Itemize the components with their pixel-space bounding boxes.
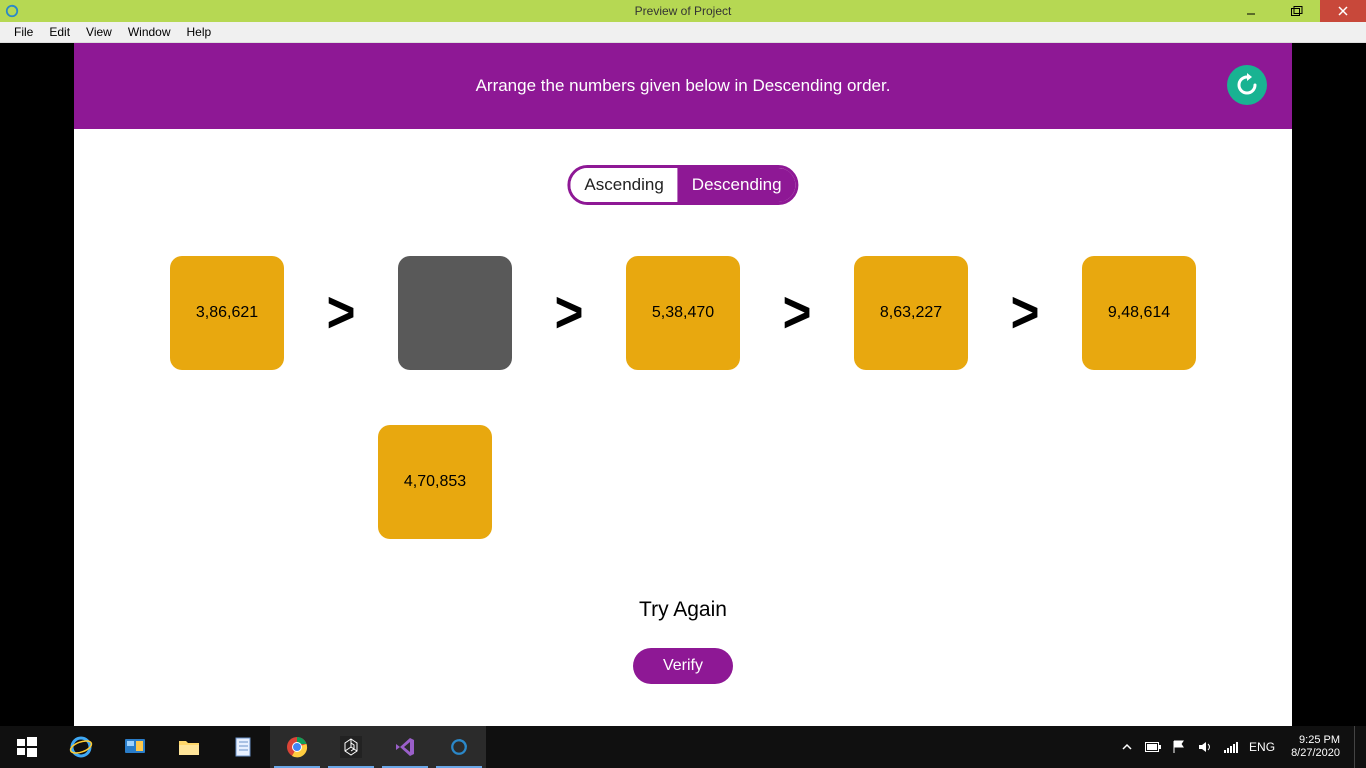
menu-edit[interactable]: Edit	[41, 23, 78, 41]
slot-card-5[interactable]: 9,48,614	[1082, 256, 1196, 370]
tray-clock[interactable]: 9:25 PM 8/27/2020	[1285, 734, 1340, 760]
window-controls	[1228, 0, 1366, 22]
toggle-descending[interactable]: Descending	[678, 168, 796, 202]
tray-battery-icon[interactable]	[1145, 739, 1161, 755]
tray-speaker-icon[interactable]	[1197, 739, 1213, 755]
refresh-icon	[1235, 73, 1259, 97]
system-tray: ENG 9:25 PM 8/27/2020	[1119, 726, 1366, 768]
slot-card-2-empty[interactable]	[398, 256, 512, 370]
tray-language[interactable]: ENG	[1249, 740, 1275, 754]
menu-file[interactable]: File	[6, 23, 41, 41]
app-logo-icon	[2, 1, 22, 21]
greater-than-icon: >	[977, 284, 1074, 342]
taskbar-explorer-icon[interactable]	[162, 726, 216, 768]
taskbar-ie-icon[interactable]	[54, 726, 108, 768]
app-stage: Arrange the numbers given below in Desce…	[74, 43, 1292, 726]
sort-toggle: Ascending Descending	[567, 165, 798, 205]
greater-than-icon: >	[293, 284, 390, 342]
verify-button[interactable]: Verify	[633, 648, 733, 684]
taskbar-desktop-icon[interactable]	[108, 726, 162, 768]
tray-time: 9:25 PM	[1291, 734, 1340, 747]
window-title: Preview of Project	[635, 4, 732, 18]
title-bar: Preview of Project	[0, 0, 1366, 22]
available-card-area: 4,70,853	[378, 425, 492, 539]
greater-than-icon: >	[521, 284, 618, 342]
close-button[interactable]	[1320, 0, 1366, 22]
slot-card-1[interactable]: 3,86,621	[170, 256, 284, 370]
instruction-text: Arrange the numbers given below in Desce…	[476, 76, 891, 96]
greater-than-icon: >	[749, 284, 846, 342]
menu-window[interactable]: Window	[120, 23, 179, 41]
taskbar-unity-icon[interactable]	[324, 726, 378, 768]
menu-help[interactable]: Help	[179, 23, 220, 41]
slot-row: 3,86,621 > > 5,38,470 > 8,63,227 > 9,48,…	[74, 256, 1292, 370]
tray-chevron-up-icon[interactable]	[1119, 739, 1135, 755]
taskbar-notepad-icon[interactable]	[216, 726, 270, 768]
stage-wrapper: Arrange the numbers given below in Desce…	[0, 43, 1366, 726]
refresh-button[interactable]	[1227, 65, 1267, 105]
taskbar: ENG 9:25 PM 8/27/2020	[0, 726, 1366, 768]
status-text: Try Again	[639, 598, 727, 622]
taskbar-visualstudio-icon[interactable]	[378, 726, 432, 768]
instruction-header: Arrange the numbers given below in Desce…	[74, 43, 1292, 129]
maximize-button[interactable]	[1274, 0, 1320, 22]
toggle-ascending[interactable]: Ascending	[570, 168, 677, 202]
show-desktop-button[interactable]	[1354, 726, 1360, 768]
slot-card-4[interactable]: 8,63,227	[854, 256, 968, 370]
menu-view[interactable]: View	[78, 23, 120, 41]
tray-date: 8/27/2020	[1291, 747, 1340, 760]
tray-flag-icon[interactable]	[1171, 739, 1187, 755]
draggable-card[interactable]: 4,70,853	[378, 425, 492, 539]
slot-card-3[interactable]: 5,38,470	[626, 256, 740, 370]
tray-network-icon[interactable]	[1223, 739, 1239, 755]
menu-bar: File Edit View Window Help	[0, 22, 1366, 43]
taskbar-chrome-icon[interactable]	[270, 726, 324, 768]
minimize-button[interactable]	[1228, 0, 1274, 22]
start-button[interactable]	[0, 726, 54, 768]
taskbar-app-icon[interactable]	[432, 726, 486, 768]
